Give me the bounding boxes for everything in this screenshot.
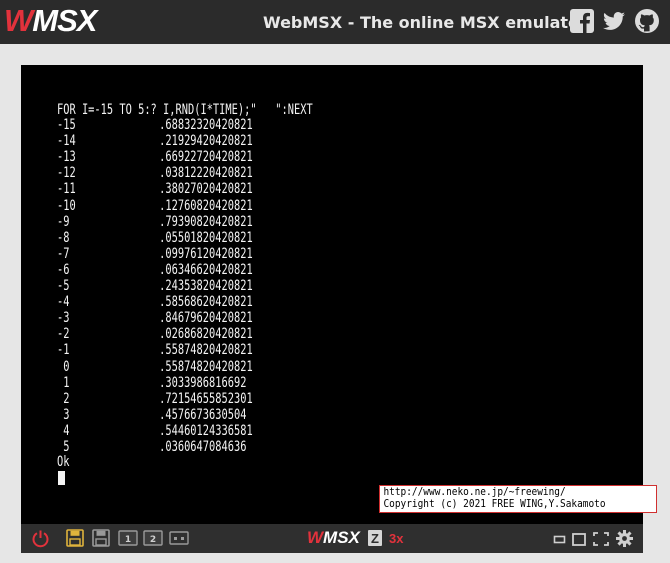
output-row: 2 .72154655852301 — [57, 390, 253, 407]
row-value: .09976120420821 — [159, 245, 253, 262]
window-screen-icon[interactable] — [571, 529, 587, 548]
output-row: 5 .0360647084636 — [57, 440, 246, 454]
row-index: -8 — [57, 229, 70, 246]
row-index: -1 — [57, 342, 70, 359]
slot-2-label: 2 — [150, 535, 156, 545]
row-index: -11 — [57, 181, 76, 198]
output-row: -13 .66922720420821 — [57, 150, 253, 164]
output-row: -10 .12760820420821 — [57, 199, 253, 213]
output-row: -3 .84679620420821 — [57, 311, 253, 325]
fullscreen-icon[interactable] — [592, 529, 610, 548]
row-value: .02686820420821 — [159, 326, 253, 343]
output-row: 4 .54460124336581 — [57, 422, 253, 439]
row-value: .68832320420821 — [159, 117, 253, 133]
row-index: -12 — [57, 165, 76, 182]
mini-logo-msx: MSX — [323, 528, 360, 547]
row-index: -7 — [57, 245, 70, 262]
row-value: .4576673630504 — [159, 406, 247, 423]
row-value: .12760820420821 — [159, 197, 253, 214]
output-row: -12 .03812220420821 — [57, 166, 253, 180]
control-bar: 1 2 WMSX Z 3x — [21, 524, 643, 553]
output-row: -8 .05501820420821 — [57, 231, 253, 245]
msx-screen[interactable]: FOR I=-15 TO 5:? I,RND(I*TIME);" ":NEXT … — [21, 65, 657, 524]
row-index: -5 — [57, 278, 70, 294]
output-row: -14 .21929420420821 — [57, 134, 253, 148]
output-row: -4 .58568620420821 — [57, 295, 253, 309]
output-row: -11 .38027020420821 — [57, 182, 253, 196]
copyright-overlay: http://www.neko.ne.jp/~freewing/ Copyrig… — [379, 485, 657, 513]
row-index: -3 — [57, 310, 70, 327]
facebook-icon[interactable] — [569, 8, 595, 34]
output-row: 3 .4576673630504 — [57, 408, 246, 422]
output-row: -5 .24353820420821 — [57, 279, 253, 293]
webmsx-mini-logo[interactable]: WMSX — [307, 528, 360, 548]
minimize-screen-icon[interactable] — [553, 529, 567, 548]
output-row: -1 .55874820420821 — [57, 343, 253, 357]
disk-a-icon[interactable] — [66, 529, 84, 548]
copyright-text: Copyright (c) 2021 FREE WING,Y.Sakamoto — [383, 497, 606, 510]
row-value: .03812220420821 — [159, 165, 253, 182]
row-value: .58568620420821 — [159, 294, 253, 311]
twitter-icon[interactable] — [601, 8, 627, 34]
top-header: WMSX WebMSX - The online MSX emulator — [0, 0, 670, 44]
turbo-z-icon[interactable]: Z — [367, 529, 383, 548]
row-value: .0360647084636 — [159, 439, 247, 455]
output-row: -2 .02686820420821 — [57, 327, 253, 341]
row-index: -9 — [57, 213, 70, 230]
row-index: 2 — [57, 390, 70, 407]
row-value: .79390820420821 — [159, 213, 253, 230]
row-value: .06346620420821 — [159, 261, 253, 278]
row-value: .55874820420821 — [159, 342, 253, 359]
output-row: -6 .06346620420821 — [57, 263, 253, 277]
row-value: .66922720420821 — [159, 149, 253, 166]
output-row: -15 .68832320420821 — [57, 118, 253, 132]
row-index: 0 — [57, 358, 70, 375]
site-title: WebMSX - The online MSX emulator — [263, 13, 587, 32]
row-value: .3033986816692 — [159, 374, 247, 391]
row-index: -15 — [57, 117, 76, 133]
row-value: .72154655852301 — [159, 390, 253, 407]
logo-w: W — [4, 3, 33, 38]
row-value: .55874820420821 — [159, 358, 253, 375]
row-value: .84679620420821 — [159, 310, 253, 327]
text-cursor — [58, 471, 65, 485]
row-index: 3 — [57, 406, 70, 423]
emulator-frame: FOR I=-15 TO 5:? I,RND(I*TIME);" ":NEXT … — [21, 65, 657, 553]
row-index: -2 — [57, 326, 70, 343]
cartridge-slot-2-icon[interactable]: 2 — [143, 529, 163, 548]
row-index: -13 — [57, 149, 76, 166]
row-value: .38027020420821 — [159, 181, 253, 198]
webmsx-logo[interactable]: WMSX — [4, 3, 97, 38]
disk-b-icon[interactable] — [92, 529, 110, 548]
output-row: -7 .09976120420821 — [57, 247, 253, 261]
slot-1-label: 1 — [125, 535, 131, 545]
row-index: -4 — [57, 294, 70, 311]
row-index: 5 — [57, 439, 70, 455]
power-icon[interactable] — [31, 529, 50, 548]
row-index: -14 — [57, 133, 76, 150]
row-value: .54460124336581 — [159, 422, 253, 439]
cartridge-slot-1-icon[interactable]: 1 — [118, 529, 138, 548]
gear-icon[interactable] — [615, 529, 634, 548]
basic-command-line: FOR I=-15 TO 5:? I,RND(I*TIME);" ":NEXT — [57, 102, 313, 118]
turbo-z-letter: Z — [371, 531, 379, 546]
row-index: -6 — [57, 261, 70, 278]
output-row: 1 .3033986816692 — [57, 376, 246, 390]
output-row: -9 .79390820420821 — [57, 215, 253, 229]
row-value: .21929420420821 — [159, 133, 253, 150]
logo-msx: MSX — [32, 3, 97, 38]
github-icon[interactable] — [634, 8, 660, 34]
row-value: .24353820420821 — [159, 278, 253, 294]
row-index: 4 — [57, 422, 70, 439]
row-index: -10 — [57, 197, 76, 214]
speed-indicator[interactable]: 3x — [389, 529, 403, 548]
ok-prompt: Ok — [57, 454, 70, 470]
row-value: .05501820420821 — [159, 229, 253, 246]
output-row: 0 .55874820420821 — [57, 358, 253, 375]
mini-logo-w: W — [307, 528, 324, 547]
tape-icon[interactable] — [169, 529, 189, 548]
row-index: 1 — [57, 374, 70, 391]
